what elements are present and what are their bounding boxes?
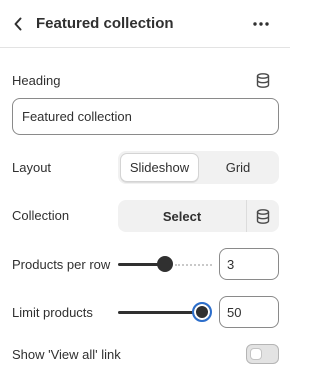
heading-label: Heading bbox=[12, 73, 61, 88]
layout-option-slideshow[interactable]: Slideshow bbox=[120, 153, 199, 182]
collection-picker: Select bbox=[118, 200, 279, 232]
limit-products-input[interactable] bbox=[219, 296, 279, 328]
slider-track-fill bbox=[118, 311, 202, 314]
products-per-row-input[interactable] bbox=[219, 248, 279, 280]
slider-track-rest bbox=[175, 264, 212, 266]
show-view-all-label: Show 'View all' link bbox=[12, 347, 121, 362]
limit-products-label: Limit products bbox=[12, 305, 93, 320]
back-button[interactable] bbox=[8, 12, 28, 36]
limit-products-slider[interactable] bbox=[118, 302, 212, 322]
database-icon bbox=[256, 208, 270, 224]
layout-segmented-control: Slideshow Grid bbox=[118, 151, 279, 184]
layout-label: Layout bbox=[12, 160, 52, 175]
toggle-knob bbox=[250, 348, 262, 360]
heading-input[interactable] bbox=[12, 98, 279, 135]
products-per-row-label: Products per row bbox=[12, 257, 111, 272]
page-title: Featured collection bbox=[36, 15, 174, 32]
show-view-all-toggle[interactable] bbox=[246, 344, 279, 364]
more-actions-button[interactable] bbox=[248, 12, 274, 36]
select-collection-button[interactable]: Select bbox=[118, 200, 246, 232]
panel-header: Featured collection bbox=[0, 0, 290, 48]
slider-thumb[interactable] bbox=[192, 302, 212, 322]
database-icon[interactable] bbox=[255, 72, 271, 88]
collection-source-button[interactable] bbox=[247, 200, 279, 232]
layout-option-grid[interactable]: Grid bbox=[199, 153, 277, 182]
more-horizontal-icon bbox=[253, 22, 269, 26]
slider-thumb[interactable] bbox=[157, 256, 173, 272]
products-per-row-slider[interactable] bbox=[118, 254, 212, 274]
collection-label: Collection bbox=[12, 208, 70, 223]
chevron-left-icon bbox=[14, 17, 22, 31]
